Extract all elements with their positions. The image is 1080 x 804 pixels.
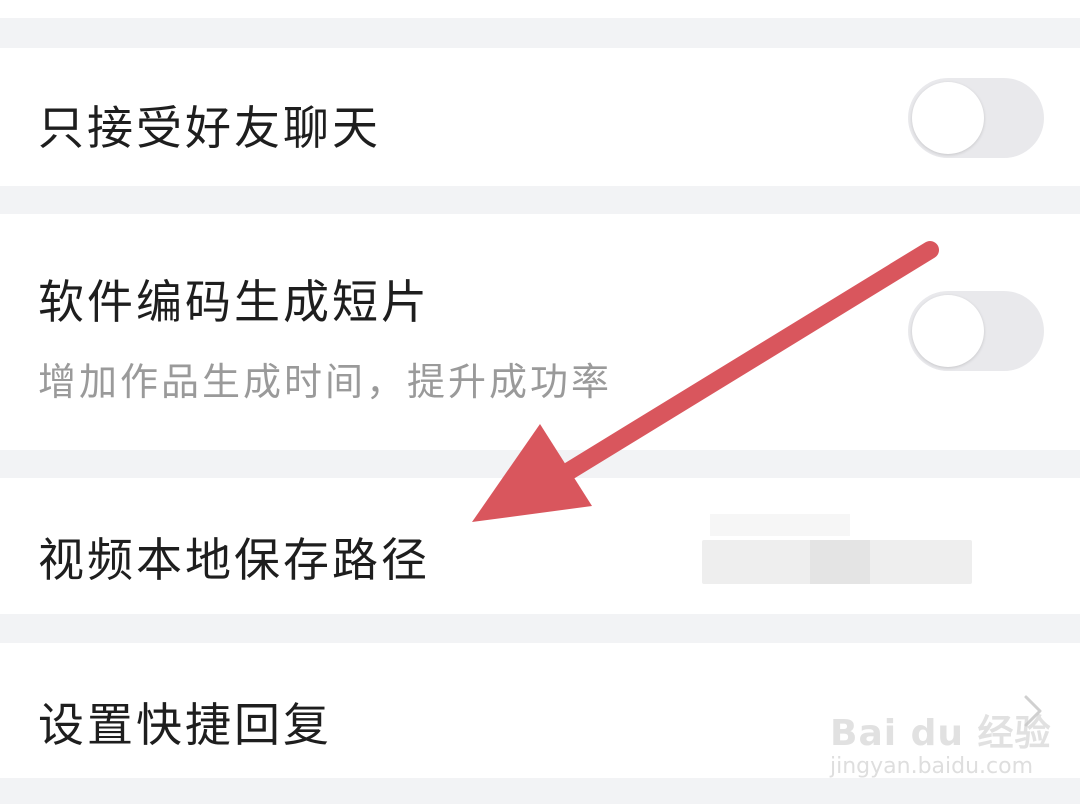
setting-row-video-save-path[interactable]: 视频本地保存路径	[0, 478, 1080, 614]
previous-row-edge	[0, 0, 1080, 18]
save-path-value-redacted	[700, 514, 1080, 584]
setting-label: 只接受好友聊天	[38, 101, 381, 155]
redaction-block	[810, 540, 870, 584]
watermark-brand: Bai du 经验	[830, 713, 1052, 754]
watermark-url: jingyan.baidu.com	[830, 754, 1034, 779]
friends-only-chat-toggle[interactable]	[908, 78, 1044, 158]
software-encoding-toggle[interactable]	[908, 291, 1044, 371]
toggle-knob	[912, 295, 984, 367]
setting-label: 视频本地保存路径	[38, 533, 430, 587]
setting-label: 设置快捷回复	[38, 698, 332, 752]
setting-row-friends-only-chat[interactable]: 只接受好友聊天	[0, 48, 1080, 186]
setting-description: 增加作品生成时间，提升成功率	[38, 360, 613, 404]
setting-row-software-encoding[interactable]: 软件编码生成短片 增加作品生成时间，提升成功率	[0, 214, 1080, 450]
settings-page: 只接受好友聊天 软件编码生成短片 增加作品生成时间，提升成功率 视频本地保存路径…	[0, 0, 1080, 804]
toggle-knob	[912, 82, 984, 154]
setting-label: 软件编码生成短片	[38, 275, 430, 329]
baidu-jingyan-watermark: Bai du 经验 jingyan.baidu.com	[830, 690, 1070, 786]
redaction-block	[710, 514, 850, 536]
